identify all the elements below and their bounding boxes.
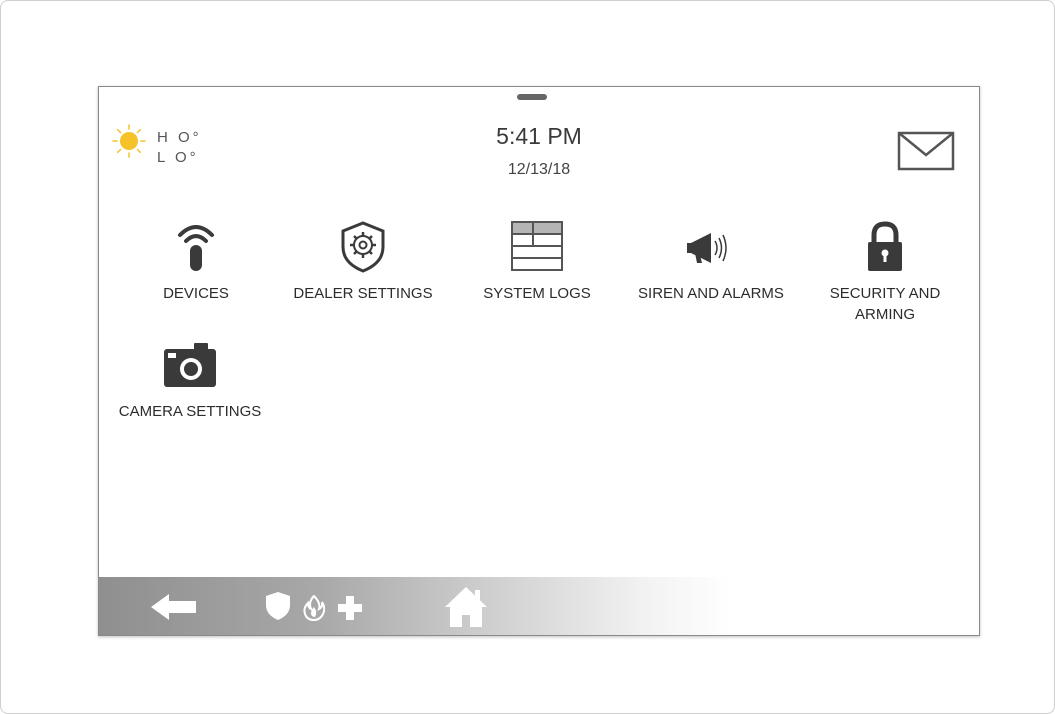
shield-icon [266,592,290,620]
weather-widget[interactable]: H O° L O° [111,123,241,173]
messages-button[interactable] [897,131,955,171]
app-system-logs[interactable]: SYSTEM LOGS [452,221,622,321]
camera-icon [164,343,216,387]
app-camera-settings[interactable]: CAMERA SETTINGS [105,339,275,439]
shield-gear-icon [341,221,385,273]
app-label: SYSTEM LOGS [483,285,591,302]
padlock-icon [868,221,902,271]
table-log-icon [511,221,563,271]
app-label: SECURITY AND ARMING [829,285,941,323]
app-label: SIREN AND ALARMS [638,285,784,302]
sun-icon [112,124,146,158]
megaphone-icon [687,233,727,263]
app-label: CAMERA SETTINGS [118,403,262,420]
app-devices[interactable]: DEVICES [111,221,281,321]
home-button[interactable] [443,585,489,634]
app-label: DEVICES [163,285,229,302]
home-icon [445,587,487,627]
app-label: DEALER SETTINGS [293,285,433,302]
temperature-high: H O° [157,129,202,146]
app-security-and-arming[interactable]: SECURITY AND ARMING [800,221,970,323]
fire-icon [303,595,325,621]
clock-time: 5:41 PM [496,123,582,149]
emergency-button[interactable] [259,591,399,623]
clock-date: 12/13/18 [507,161,571,178]
envelope-icon [897,131,955,171]
wifi-device-icon [178,225,214,271]
back-button[interactable] [149,593,199,626]
app-siren-and-alarms[interactable]: SIREN AND ALARMS [626,221,796,321]
pull-down-handle[interactable] [517,94,547,100]
bottom-nav-bar [99,577,979,635]
back-arrow-icon [151,594,196,620]
medical-cross-icon [338,596,362,620]
temperature-low: L O° [157,149,199,166]
panel-screen: H O° L O° 5:41 PM 12/13/18 DEVICES DEALE… [98,86,980,636]
app-dealer-settings[interactable]: DEALER SETTINGS [278,221,448,321]
